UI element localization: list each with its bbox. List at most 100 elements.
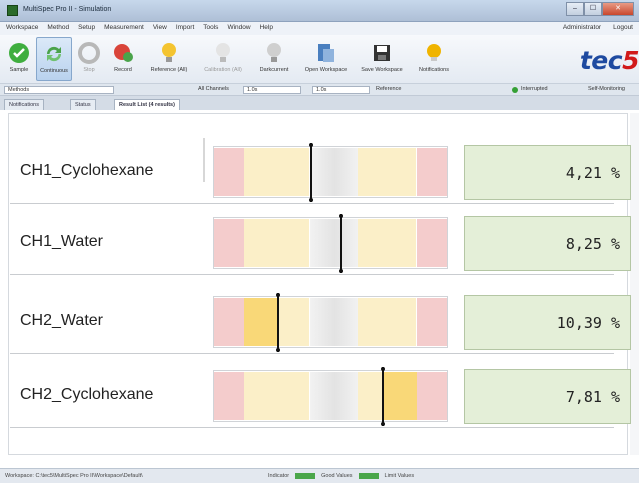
reference-all-button[interactable]: Reference (All) bbox=[143, 37, 195, 81]
menu-help[interactable]: Help bbox=[260, 24, 273, 31]
gauge-zone-yellow bbox=[358, 219, 416, 267]
record-label: Record bbox=[114, 67, 132, 73]
gauge-zone-gray bbox=[310, 219, 359, 267]
value-gauge bbox=[213, 293, 448, 352]
result-row: CH1_Cyclohexane 4,21 % bbox=[10, 140, 631, 204]
tab-notifications[interactable]: Notifications bbox=[4, 99, 44, 110]
gauge-marker bbox=[381, 367, 385, 426]
interval-field[interactable]: 1.0s bbox=[312, 86, 370, 94]
reference-label: Reference bbox=[376, 86, 402, 92]
gauge-zone-red bbox=[214, 148, 244, 196]
record-button[interactable]: Record bbox=[108, 37, 138, 81]
channel-name: CH1_Cyclohexane bbox=[20, 162, 154, 179]
column-splitter[interactable] bbox=[203, 138, 205, 182]
minimize-button[interactable]: – bbox=[566, 2, 584, 16]
status-text: Interrupted bbox=[521, 86, 548, 92]
menu-view[interactable]: View bbox=[153, 24, 167, 31]
value-gauge bbox=[213, 367, 448, 426]
result-row: CH2_Cyclohexane 7,81 % bbox=[10, 364, 631, 428]
maximize-button[interactable]: ☐ bbox=[584, 2, 602, 16]
close-button[interactable]: ✕ bbox=[602, 2, 634, 16]
legend-indicator: Indicator bbox=[268, 473, 290, 479]
tec5-logo: tec5 bbox=[579, 46, 639, 75]
notifications-button[interactable]: Notifications bbox=[412, 37, 456, 81]
sample-label: Sample bbox=[9, 67, 29, 73]
gauge-zone-red bbox=[214, 298, 244, 346]
menu-administrator[interactable]: Administrator bbox=[563, 24, 601, 31]
integration-time-field[interactable]: 1.0s bbox=[243, 86, 301, 94]
bulb-icon bbox=[216, 43, 230, 62]
value-display: 4,21 % bbox=[464, 145, 631, 200]
green-check-icon bbox=[9, 43, 29, 63]
gauge-zone-yellow bbox=[358, 148, 416, 196]
legend: Indicator Good Values Limit Values bbox=[268, 473, 414, 479]
menu-import[interactable]: Import bbox=[176, 24, 194, 31]
bulb-icon bbox=[267, 43, 281, 62]
gauge-highlight bbox=[382, 372, 417, 420]
logo-highlight: 5 bbox=[622, 46, 639, 75]
gauge-zone-yellow bbox=[244, 219, 309, 267]
window-controls: – ☐ ✕ bbox=[566, 2, 634, 17]
gauge-zone-gray bbox=[310, 298, 359, 346]
value-display: 10,39 % bbox=[464, 295, 631, 350]
menu-tools[interactable]: Tools bbox=[203, 24, 218, 31]
open-workspace-label: Open Workspace bbox=[304, 67, 348, 73]
folder-icon bbox=[318, 44, 334, 62]
gauge-zone-red bbox=[417, 148, 447, 196]
menu-logout[interactable]: Logout bbox=[613, 24, 633, 31]
result-row: CH1_Water 8,25 % bbox=[10, 211, 631, 275]
tab-result-list[interactable]: Result List (4 results) bbox=[114, 99, 180, 110]
toolbar: Sample Continuous Stop Record Reference … bbox=[0, 35, 639, 84]
darkcurrent-label: Darkcurrent bbox=[259, 67, 289, 73]
menu-right: Administrator Logout bbox=[563, 24, 633, 31]
stop-icon bbox=[78, 42, 100, 64]
legend-limit-values: Limit Values bbox=[384, 473, 415, 479]
gauge-zone-red bbox=[417, 219, 447, 267]
menu-method[interactable]: Method bbox=[47, 24, 69, 31]
value-text: 10,39 % bbox=[556, 314, 620, 332]
all-channels-label: All Channels bbox=[198, 86, 229, 92]
channel-name: CH2_Water bbox=[20, 312, 103, 329]
gauge-zone-red bbox=[214, 372, 244, 420]
gauge-zone-yellow bbox=[244, 148, 309, 196]
menu-setup[interactable]: Setup bbox=[78, 24, 95, 31]
tab-status[interactable]: Status bbox=[70, 99, 96, 110]
row-divider bbox=[10, 274, 614, 275]
value-display: 7,81 % bbox=[464, 369, 631, 424]
continuous-button[interactable]: Continuous bbox=[36, 37, 72, 81]
method-selector[interactable]: Methods bbox=[4, 86, 114, 94]
calibration-all-button[interactable]: Calibration (All) bbox=[197, 37, 249, 81]
bell-icon bbox=[427, 44, 441, 61]
menu-measurement[interactable]: Measurement bbox=[104, 24, 144, 31]
row-divider bbox=[10, 427, 614, 428]
legend-swatch bbox=[295, 473, 316, 479]
gauge-zone-gray bbox=[310, 148, 359, 196]
bulb-icon bbox=[162, 43, 176, 62]
open-workspace-button[interactable]: Open Workspace bbox=[300, 37, 352, 81]
self-monitoring-text: Self-Monitoring bbox=[588, 86, 625, 92]
calibration-all-label: Calibration (All) bbox=[204, 67, 242, 73]
stop-button[interactable]: Stop bbox=[75, 37, 103, 81]
gauge-highlight bbox=[244, 298, 277, 346]
menu-window[interactable]: Window bbox=[227, 24, 250, 31]
channel-name: CH1_Water bbox=[20, 233, 103, 250]
gauge-zone-yellow bbox=[244, 372, 309, 420]
legend-swatch bbox=[358, 473, 379, 479]
gauge-marker bbox=[276, 293, 280, 352]
channel-bar: Methods All Channels 1.0s 1.0s Reference… bbox=[0, 84, 639, 96]
value-text: 7,81 % bbox=[565, 388, 620, 406]
sample-button[interactable]: Sample bbox=[4, 37, 34, 81]
status-bar: Workspace: C:\tec5\MultiSpec Pro II\Work… bbox=[0, 468, 639, 483]
gauge-marker bbox=[309, 143, 313, 202]
gauge-zone-red bbox=[214, 219, 244, 267]
row-divider bbox=[10, 203, 614, 204]
darkcurrent-button[interactable]: Darkcurrent bbox=[252, 37, 296, 81]
side-scrollbar[interactable] bbox=[630, 113, 639, 455]
value-text: 4,21 % bbox=[565, 164, 620, 182]
window-title: MultiSpec Pro II - Simulation bbox=[23, 6, 112, 13]
save-workspace-button[interactable]: Save Workspace bbox=[356, 37, 408, 81]
row-divider bbox=[10, 353, 614, 354]
menu-workspace[interactable]: Workspace bbox=[6, 24, 38, 31]
channel-name: CH2_Cyclohexane bbox=[20, 386, 154, 403]
gauge-zone-red bbox=[417, 372, 447, 420]
